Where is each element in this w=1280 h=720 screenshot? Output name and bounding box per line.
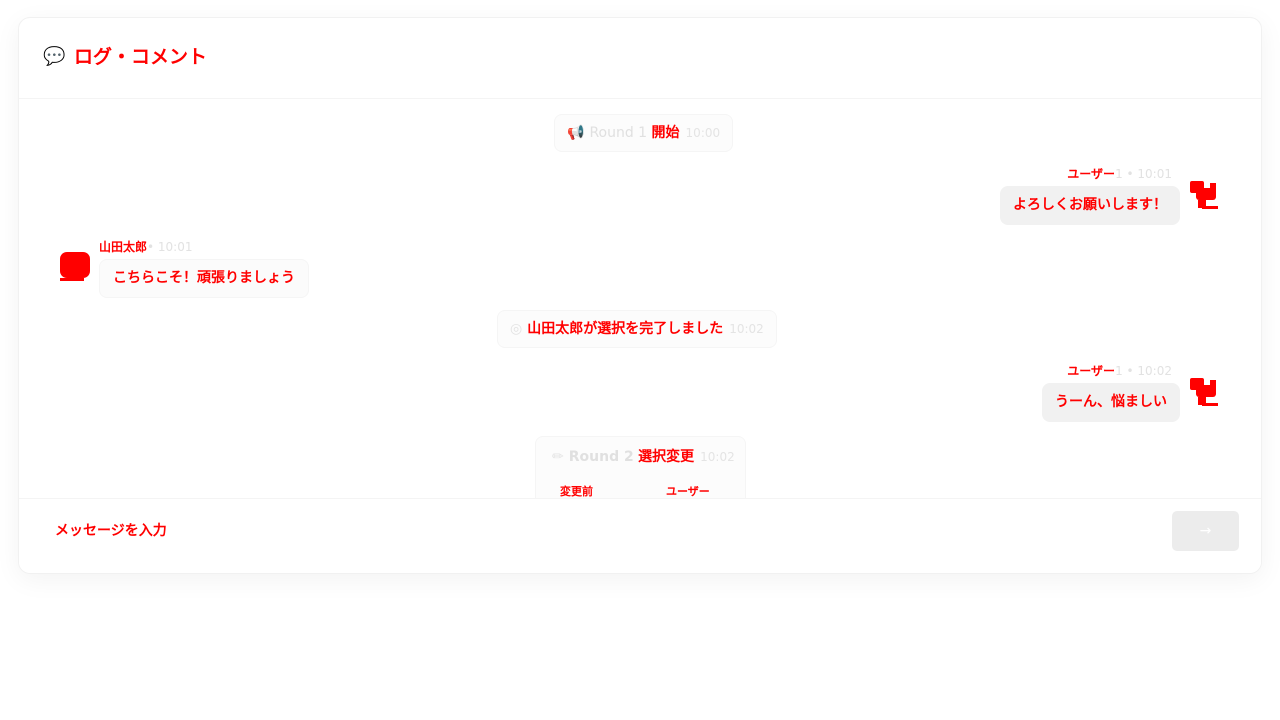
pencil-icon: ✏ [552, 449, 564, 465]
message-author-time: • 10:01 [147, 240, 193, 254]
message-author: 山田太郎 [99, 240, 148, 254]
round-label: Round 1 [589, 125, 648, 141]
panel-title: ログ・コメント [74, 46, 208, 68]
change-before-label: 変更前 [560, 485, 593, 498]
panel-header: 💬 ログ・コメント [19, 18, 1261, 99]
message-author-time: 1 • 10:01 [1115, 167, 1172, 181]
system-message-text: 開始 [651, 125, 680, 141]
round-label: Round 2 [568, 449, 634, 465]
user-avatar-icon [60, 252, 90, 281]
outgoing-message-bubble: よろしくお願いします！ [1000, 186, 1180, 225]
system-message-selection-done: ◎ 山田太郎が選択を完了しました 10:02 [497, 310, 777, 348]
message-meta: ユーザー1 • 10:01 [1067, 167, 1172, 181]
message-time: 10:00 [685, 126, 721, 140]
log-comment-panel: 💬 ログ・コメント 📢 Round 1 開始 10:00 ユーザー1 • 10:01… [18, 17, 1262, 574]
speech-bubble-icon: 💬 [43, 46, 66, 67]
message-meta: 山田太郎• 10:01 [99, 240, 193, 254]
change-after-label: ユーザー [666, 485, 710, 498]
message-author: ユーザー [1067, 167, 1116, 181]
message-meta: ユーザー1 • 10:02 [1067, 364, 1172, 378]
message-author: ユーザー [1067, 364, 1116, 378]
system-message-round-start: 📢 Round 1 開始 10:00 [554, 114, 734, 152]
message-composer: → [19, 498, 1261, 573]
system-message-text: 選択変更 [638, 449, 695, 465]
megaphone-icon: 📢 [567, 125, 585, 141]
target-icon: ◎ [510, 321, 523, 337]
incoming-message-bubble: こちらこそ！頑張りましょう [99, 259, 309, 298]
outgoing-message-bubble: うーん、悩ましい [1042, 383, 1180, 422]
user-avatar-icon [1190, 378, 1218, 406]
send-button[interactable]: → [1172, 511, 1239, 551]
message-author-time: 1 • 10:02 [1115, 364, 1172, 378]
message-time: 10:02 [729, 322, 764, 336]
user-avatar-icon [1190, 181, 1218, 209]
message-input[interactable] [43, 511, 1177, 551]
message-time: 10:02 [700, 450, 735, 464]
system-message-selection-change: ✏ Round 2 選択変更 10:02 変更前 ユーザー [535, 436, 746, 498]
message-log[interactable]: 📢 Round 1 開始 10:00 ユーザー1 • 10:01 よろしくお願いしま… [19, 99, 1261, 498]
system-message-text: 山田太郎が選択を完了しました [527, 321, 724, 337]
